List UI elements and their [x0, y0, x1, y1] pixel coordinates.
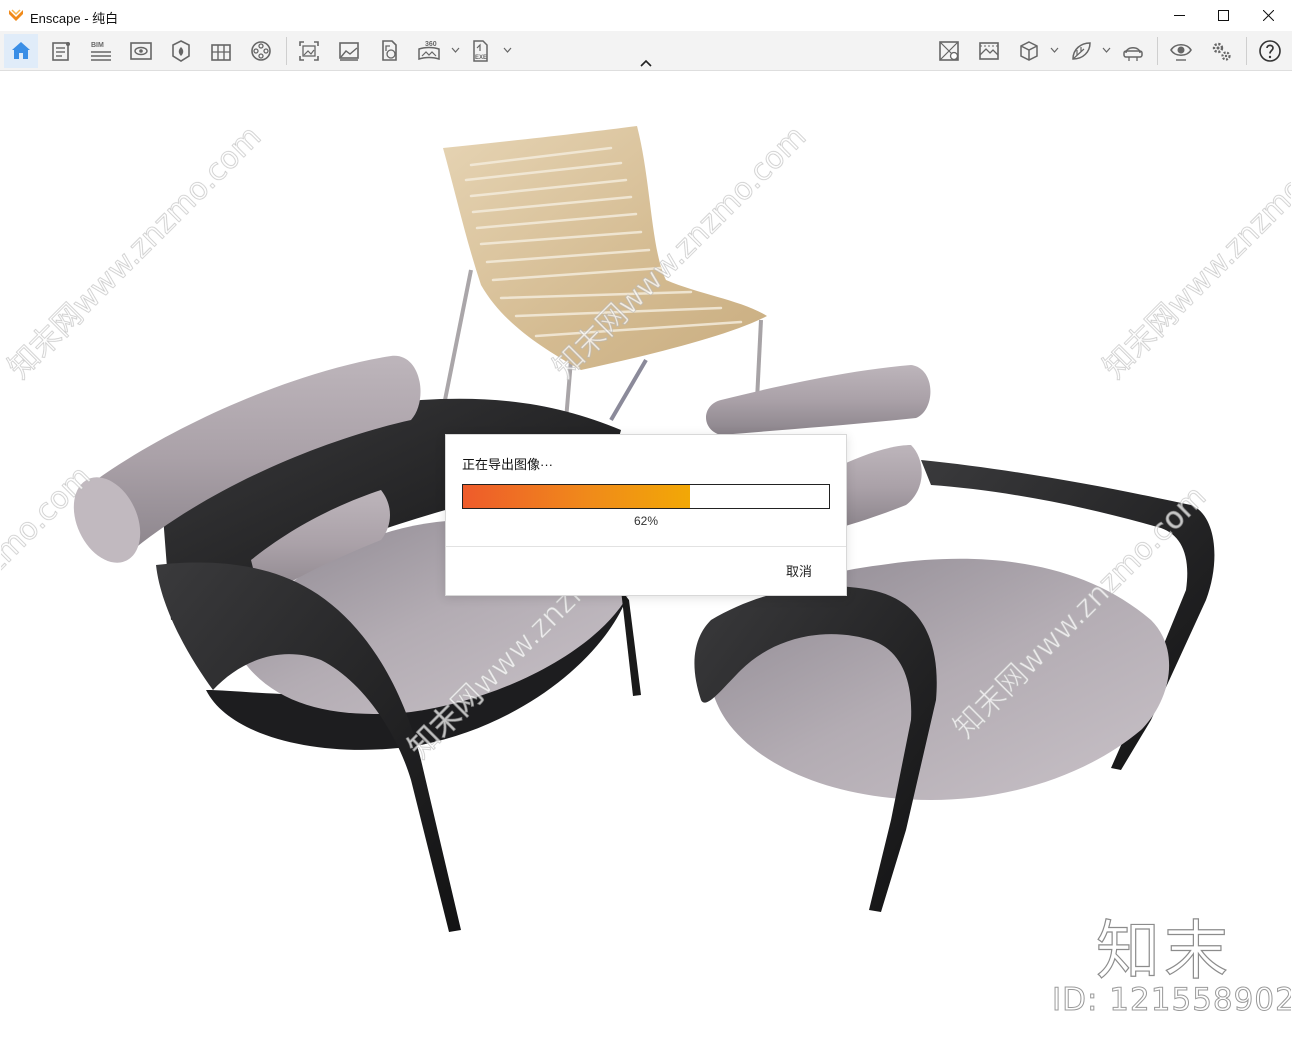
panorama-dropdown-caret[interactable]	[450, 43, 460, 57]
vr-headset-button[interactable]	[1116, 34, 1150, 68]
atmosphere-icon	[939, 41, 959, 61]
close-icon	[1262, 10, 1274, 21]
dialog-title: 正在导出图像···	[462, 457, 553, 472]
home-button[interactable]	[4, 34, 38, 68]
help-icon	[1259, 40, 1281, 62]
notes-button[interactable]	[44, 34, 78, 68]
chevron-down-icon	[1050, 47, 1058, 53]
export-dropdown-caret[interactable]	[502, 43, 512, 57]
chevron-down-icon	[451, 47, 459, 53]
screenshot-button[interactable]	[292, 34, 326, 68]
general-settings-button[interactable]	[1204, 34, 1238, 68]
watermark-text: 知末网www.znzmo.com	[1097, 119, 1291, 385]
watermark-text: 知末网www.znzmo.com	[2, 119, 268, 385]
maximize-icon	[1217, 10, 1229, 21]
vr-headset-icon	[1123, 47, 1143, 61]
view-mode-button[interactable]	[1012, 34, 1046, 68]
close-button[interactable]	[1245, 0, 1291, 31]
toolbar-separator	[286, 37, 287, 65]
collapse-toolbar-button[interactable]	[636, 56, 656, 70]
id-watermark: ID: 1215589020	[1052, 982, 1291, 1019]
minimize-icon	[1173, 15, 1185, 16]
chevron-down-icon	[503, 47, 511, 53]
library-icon	[211, 44, 231, 61]
panorama-360-icon: 360	[418, 41, 440, 61]
mesh-chair	[443, 126, 767, 422]
export-exe-icon: EXE	[473, 40, 488, 62]
visual-settings-button[interactable]	[1164, 34, 1198, 68]
enscape-logo-icon	[8, 7, 24, 23]
material-dropdown-caret[interactable]	[1101, 43, 1111, 57]
library-button[interactable]	[204, 34, 238, 68]
window-title: Enscape - 纯白	[30, 11, 119, 26]
panorama-icon	[382, 40, 397, 61]
title-bar: Enscape - 纯白	[0, 0, 1292, 32]
toolbar-separator	[1157, 37, 1158, 65]
cancel-button[interactable]: 取消	[774, 559, 824, 581]
export-progress-dialog: 正在导出图像··· 62% 取消	[445, 434, 847, 596]
minimize-button[interactable]	[1156, 0, 1202, 31]
panorama-360-button[interactable]: 360	[412, 34, 446, 68]
progress-bar	[462, 484, 830, 509]
view-mode-icon	[1020, 41, 1038, 61]
export-exe-button[interactable]: EXE	[464, 34, 498, 68]
image-settings-button[interactable]	[972, 34, 1006, 68]
progress-fill	[463, 485, 690, 508]
progress-percent: 62%	[633, 514, 659, 528]
assets-button[interactable]	[164, 34, 198, 68]
video-editor-icon	[251, 41, 271, 61]
assets-icon	[172, 40, 190, 62]
brand-watermark: 知末	[1095, 914, 1232, 989]
screenshot-icon	[299, 41, 319, 61]
bim-button[interactable]: BIM	[84, 34, 118, 68]
bim-icon: BIM	[91, 42, 111, 61]
svg-text:BIM: BIM	[91, 42, 104, 49]
image-settings-icon	[979, 42, 999, 60]
home-icon	[12, 42, 30, 59]
dialog-divider	[446, 546, 846, 547]
panorama-button[interactable]	[372, 34, 406, 68]
svg-text:EXE: EXE	[475, 55, 487, 61]
atmosphere-button[interactable]	[932, 34, 966, 68]
views-icon	[130, 42, 152, 60]
help-button[interactable]	[1253, 34, 1287, 68]
batch-render-icon	[339, 42, 359, 61]
chevron-up-icon	[640, 59, 652, 67]
maximize-button[interactable]	[1200, 0, 1246, 31]
visual-settings-icon	[1170, 43, 1192, 61]
general-settings-icon	[1212, 42, 1231, 61]
material-editor-icon	[1072, 42, 1091, 60]
toolbar-separator	[1246, 37, 1247, 65]
video-editor-button[interactable]	[244, 34, 278, 68]
view-mode-dropdown-caret[interactable]	[1049, 43, 1059, 57]
chevron-down-icon	[1102, 47, 1110, 53]
notes-icon	[52, 42, 70, 61]
material-editor-button[interactable]	[1064, 34, 1098, 68]
batch-render-button[interactable]	[332, 34, 366, 68]
views-button[interactable]	[124, 34, 158, 68]
